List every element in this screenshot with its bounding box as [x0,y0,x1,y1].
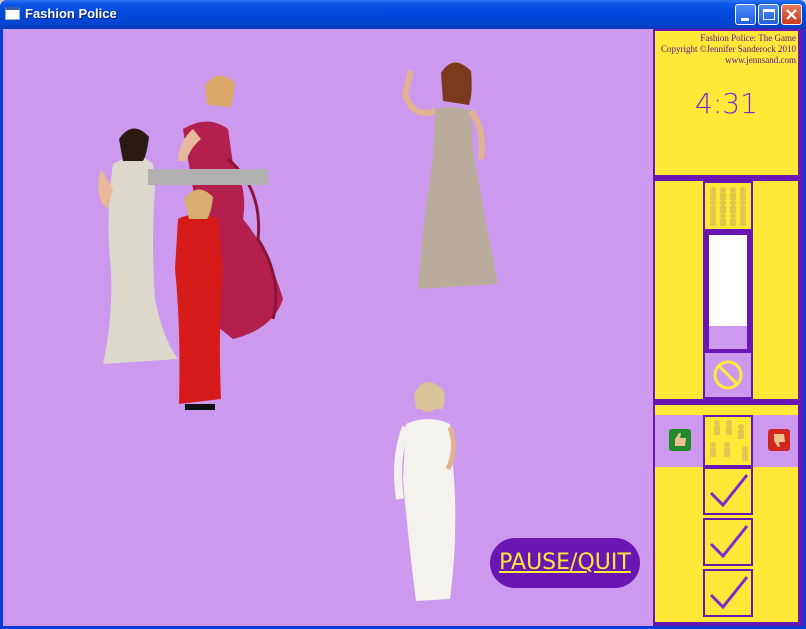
credit-title: Fashion Police: The Game [700,33,796,43]
celebrity-figure-white-dress [394,382,456,601]
celebrity-figure-red [148,169,268,410]
sidebar: Fashion Police: The Game Copyright ©Jenn… [653,29,803,626]
minimize-button[interactable] [735,4,756,25]
maximize-button[interactable] [758,4,779,25]
celebrity-figure-silver [401,62,498,289]
crowd-meter-panel [655,181,798,399]
game-window: Fashion Police PAUSE/QUIT Fashion Police… [0,0,806,629]
checkmark-icon [709,474,749,508]
thumbs-down-icon[interactable] [768,429,790,451]
checkmark-icon [709,576,749,610]
vote-panel [655,405,798,622]
window-title: Fashion Police [25,6,117,21]
check-slot-1 [703,467,753,515]
countdown-timer: 4:31 [695,87,758,120]
credit-copyright: Copyright ©Jennifer Sanderock 2010 [660,44,796,54]
meter-column [703,181,753,399]
play-stage[interactable]: PAUSE/QUIT [3,29,653,626]
title-bar[interactable]: Fashion Police [0,0,806,29]
no-entry-icon[interactable] [705,353,751,397]
pause-quit-label: PAUSE/QUIT [499,550,631,575]
close-button[interactable] [781,4,802,25]
celebrity-white-dress[interactable] [388,369,468,609]
celebrity-group[interactable] [83,69,293,414]
checkmark-icon [709,525,749,559]
check-slot-2 [703,518,753,566]
close-icon [786,9,797,20]
celebrity-silver-gown[interactable] [393,49,503,294]
crowd-meter [707,233,749,351]
crowd-icon [705,183,751,229]
check-slot-3 [703,569,753,617]
thumbs-up-icon[interactable] [669,429,691,451]
crowd-meter-fill [709,326,747,349]
window-icon [5,7,20,20]
pause-quit-button[interactable]: PAUSE/QUIT [490,538,640,588]
credit-website: www.jennsand.com [725,55,796,65]
crowd-selection-icon[interactable] [703,415,753,467]
info-panel: Fashion Police: The Game Copyright ©Jenn… [655,31,798,175]
vote-row [655,415,798,467]
